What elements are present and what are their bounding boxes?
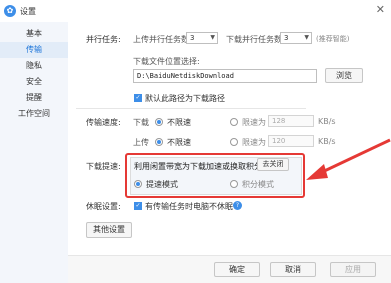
window-title: 设置 xyxy=(20,7,36,16)
divider xyxy=(76,108,306,109)
download-limit-radio[interactable] xyxy=(230,118,238,126)
download-limit-unit: KB/s xyxy=(318,117,336,126)
upload-unlimited-radio[interactable] xyxy=(155,138,163,146)
apply-button[interactable]: 应用 xyxy=(330,262,376,277)
upload-speed-label: 上传 xyxy=(133,138,149,147)
browse-button[interactable]: 浏览 xyxy=(325,68,363,83)
sidebar-item-transfer[interactable]: 传输 xyxy=(0,42,68,58)
prevent-sleep-label: 有传输任务时电脑不休眠 xyxy=(145,202,233,211)
annotation-arrow xyxy=(306,138,391,180)
download-parallel-value: 3 xyxy=(284,34,289,42)
download-speed-label: 下载 xyxy=(133,118,149,127)
baidu-netdisk-app-icon: ✿ xyxy=(4,5,16,17)
download-parallel-label: 下载并行任务数 xyxy=(226,35,282,44)
upload-limit-radio[interactable] xyxy=(230,138,238,146)
settings-sidebar: 基本 传输 隐私 安全 提醒 工作空间 xyxy=(0,22,68,283)
ok-button[interactable]: 确定 xyxy=(214,262,260,277)
sidebar-item-basic[interactable]: 基本 xyxy=(0,26,68,42)
download-limit-input[interactable]: 128 xyxy=(268,115,314,127)
sidebar-item-privacy[interactable]: 隐私 xyxy=(0,58,68,74)
download-path-input[interactable]: D:\BaiduNetdiskDownload xyxy=(133,69,317,83)
default-path-checkbox[interactable]: ✓ xyxy=(134,94,142,102)
upload-unlimited-label: 不限速 xyxy=(167,138,191,147)
close-icon[interactable]: ✕ xyxy=(376,3,385,16)
upload-parallel-select[interactable]: 3 ▼ xyxy=(186,32,218,44)
sidebar-item-workspace[interactable]: 工作空间 xyxy=(0,106,68,122)
download-parallel-select[interactable]: 3 ▼ xyxy=(280,32,312,44)
boost-section-label: 下载提速: xyxy=(86,162,121,171)
sidebar-item-reminder[interactable]: 提醒 xyxy=(0,90,68,106)
chevron-down-icon: ▼ xyxy=(210,34,215,41)
speed-section-label: 传输速度: xyxy=(86,118,121,127)
cancel-button[interactable]: 取消 xyxy=(270,262,316,277)
sleep-section-label: 休眠设置: xyxy=(86,202,121,211)
prevent-sleep-checkbox[interactable]: ✓ xyxy=(134,202,142,210)
title-bar: ✿ 设置 ✕ xyxy=(0,0,391,22)
download-unlimited-label: 不限速 xyxy=(167,118,191,127)
download-location-label: 下载文件位置选择: xyxy=(133,57,200,66)
other-settings-button[interactable]: 其他设置 xyxy=(86,222,132,238)
upload-limit-label: 限速为 xyxy=(242,138,266,147)
chevron-down-icon: ▼ xyxy=(304,34,309,41)
default-path-checkbox-label: 默认此路径为下载路径 xyxy=(145,94,225,103)
download-limit-label: 限速为 xyxy=(242,118,266,127)
sidebar-item-security[interactable]: 安全 xyxy=(0,74,68,90)
parallel-section-label: 并行任务: xyxy=(86,35,121,44)
download-unlimited-radio[interactable] xyxy=(155,118,163,126)
help-icon[interactable]: ? xyxy=(233,201,242,210)
upload-parallel-label: 上传并行任务数 xyxy=(133,35,189,44)
upload-parallel-value: 3 xyxy=(190,34,195,42)
parallel-hint: (推荐智能) xyxy=(316,35,350,43)
annotation-highlight-box xyxy=(125,153,305,198)
